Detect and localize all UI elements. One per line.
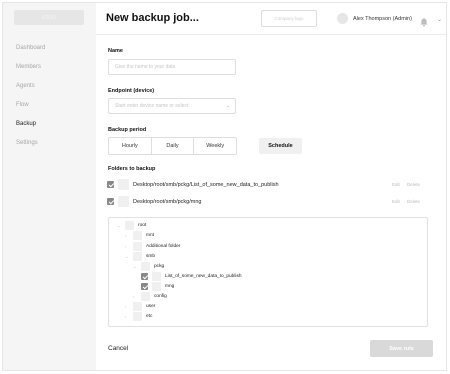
endpoint-label: Endpoint (device) [108, 88, 155, 94]
delete-button[interactable]: Delete [407, 182, 420, 187]
edit-button[interactable]: Edit [392, 199, 400, 204]
folder-checkbox[interactable] [107, 181, 114, 188]
folders-label: Folders to backup [108, 166, 156, 172]
period-hourly[interactable]: Hourly [109, 138, 152, 154]
tree-node-label: List_of_some_new_data_to_publish [165, 274, 242, 279]
schedule-button[interactable]: Schedule [259, 138, 302, 154]
chevron-down-icon[interactable]: ⌄ [125, 254, 128, 259]
user-name[interactable]: Alex Thompson (Admin) [353, 16, 412, 22]
folder-checkbox[interactable] [133, 231, 142, 240]
tree-node-label: Additional folder [146, 244, 181, 249]
folder-checkbox[interactable] [133, 242, 142, 251]
sidebar-item-settings[interactable]: Settings [16, 140, 38, 146]
tree-node-label: pckg [154, 264, 165, 269]
backup-period-label: Backup period [108, 127, 147, 133]
edit-button[interactable]: Edit [392, 182, 400, 187]
company-logo: Company logo [261, 10, 317, 27]
sidebar-item-dashboard[interactable]: Dashboard [16, 45, 45, 51]
chevron-down-icon[interactable]: ⌄ [133, 264, 136, 269]
period-daily[interactable]: Daily [152, 138, 195, 154]
selected-folder-row: Desktop/root/smb/pckg/mng Edit Delete [107, 196, 427, 210]
tree-node-label: mng [165, 284, 175, 289]
tree-node-label: etc [146, 314, 153, 319]
backup-period-toggle: Hourly Daily Weekly [108, 137, 237, 155]
folder-icon [118, 179, 129, 190]
cancel-button[interactable]: Cancel [108, 345, 128, 352]
folder-icon [152, 282, 161, 291]
avatar[interactable] [337, 13, 348, 24]
chevron-down-icon: ⌄ [225, 103, 230, 109]
folder-checkbox[interactable] [141, 273, 148, 280]
folder-checkbox[interactable] [141, 292, 150, 301]
sidebar-item-members[interactable]: Members [16, 64, 41, 70]
folder-tree: ⌄ root › mnt › Additional folder ⌄ smb ⌄ [108, 217, 428, 327]
logo: LOGO [14, 10, 84, 25]
chevron-right-icon[interactable]: › [125, 233, 126, 238]
chevron-down-icon[interactable]: ⌄ [437, 16, 442, 23]
name-label: Name [108, 48, 123, 54]
folder-checkbox[interactable] [141, 262, 150, 271]
chevron-right-icon[interactable]: › [125, 314, 126, 319]
period-weekly[interactable]: Weekly [194, 138, 236, 154]
sidebar-item-flow[interactable]: Flow [16, 102, 29, 108]
sidebar: LOGO Dashboard Members Agents Flow Backu… [3, 3, 95, 370]
header: New backup job... Company logo Alex Thom… [96, 3, 446, 35]
main-panel: New backup job... Company logo Alex Thom… [96, 3, 446, 370]
chevron-right-icon[interactable]: › [133, 294, 134, 299]
tree-node-label: root [138, 223, 147, 228]
endpoint-select[interactable]: Start enter device name or select ⌄ [108, 98, 236, 114]
folder-path: Desktop/root/smb/pckg/List_of_some_new_d… [133, 182, 279, 188]
folder-checkbox[interactable] [107, 198, 114, 205]
tree-node-label: user [146, 304, 156, 309]
endpoint-placeholder: Start enter device name or select [115, 103, 189, 109]
folder-checkbox[interactable] [133, 302, 142, 311]
folder-path: Desktop/root/smb/pckg/mng [133, 199, 202, 205]
folder-checkbox[interactable] [141, 283, 148, 290]
tree-node-label: smb [146, 254, 156, 259]
name-input[interactable]: Give the name to your data [108, 59, 236, 75]
app-window: LOGO Dashboard Members Agents Flow Backu… [2, 2, 447, 371]
selected-folder-row: Desktop/root/smb/pckg/List_of_some_new_d… [107, 179, 427, 193]
folder-icon [152, 272, 161, 281]
chevron-right-icon[interactable]: › [125, 304, 126, 309]
chevron-down-icon[interactable]: ⌄ [117, 223, 120, 228]
page-title: New backup job... [106, 12, 199, 24]
save-rule-button[interactable]: Save rule [370, 340, 433, 357]
folder-checkbox[interactable] [133, 312, 142, 321]
chevron-right-icon[interactable]: › [125, 244, 126, 249]
folder-icon [118, 196, 129, 207]
tree-node-label: config [154, 294, 167, 299]
sidebar-item-agents[interactable]: Agents [16, 83, 35, 89]
sidebar-item-backup[interactable]: Backup [16, 121, 36, 127]
bell-icon[interactable] [420, 14, 428, 32]
folder-checkbox[interactable] [125, 221, 134, 230]
tree-node-label: mnt [146, 233, 154, 238]
folder-checkbox[interactable] [133, 252, 142, 261]
delete-button[interactable]: Delete [407, 199, 420, 204]
